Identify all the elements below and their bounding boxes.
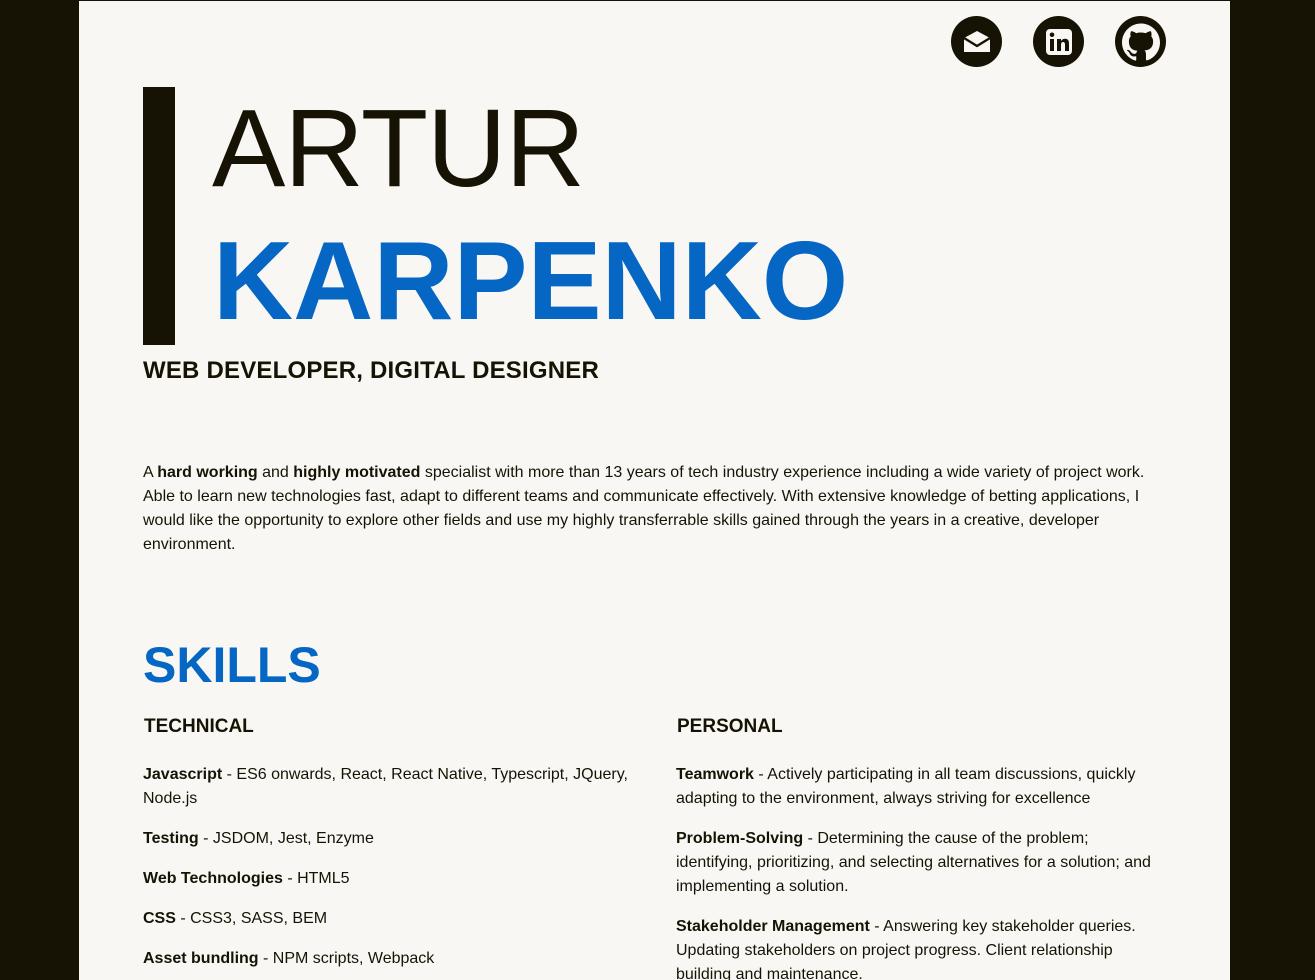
- skill-name: Testing: [143, 830, 199, 847]
- social-links: [951, 16, 1166, 67]
- summary-text-2: and: [257, 464, 294, 481]
- skill-item-stakeholder-management: Stakeholder Management - Answering key s…: [676, 915, 1166, 980]
- skill-name: Teamwork: [676, 766, 754, 783]
- linkedin-icon: [1045, 28, 1073, 56]
- skill-name: Web Technologies: [143, 870, 283, 887]
- skill-item-javascript: Javascript - ES6 onwards, React, React N…: [143, 763, 643, 811]
- summary-text-1: A: [143, 464, 158, 481]
- personal-skills-column: PERSONAL Teamwork - Actively participati…: [676, 715, 1166, 980]
- skill-desc: - CSS3, SASS, BEM: [175, 910, 328, 927]
- skill-item-web-technologies: Web Technologies - HTML5: [143, 867, 643, 891]
- first-name: ARTUR: [212, 87, 585, 210]
- name-accent-bar: [143, 87, 175, 345]
- summary-bold-hard-working: hard working: [157, 464, 258, 481]
- skill-name: Stakeholder Management: [676, 918, 870, 935]
- summary-paragraph: A hard working and highly motivated spec…: [143, 461, 1153, 557]
- skill-name: CSS: [143, 910, 176, 927]
- summary-bold-highly-motivated: highly motivated: [293, 464, 421, 481]
- skill-item-css: CSS - CSS3, SASS, BEM: [143, 907, 643, 931]
- envelope-icon: [962, 30, 992, 54]
- skill-item-problem-solving: Problem-Solving - Determining the cause …: [676, 827, 1166, 899]
- skill-item-teamwork: Teamwork - Actively participating in all…: [676, 763, 1166, 811]
- job-title: WEB DEVELOPER, DIGITAL DESIGNER: [143, 357, 600, 384]
- personal-heading: PERSONAL: [677, 716, 783, 737]
- skill-name: Asset bundling: [143, 950, 259, 967]
- resume-page: ARTUR KARPENKO WEB DEVELOPER, DIGITAL DE…: [79, 1, 1230, 980]
- github-link[interactable]: [1115, 16, 1166, 67]
- skill-item-testing: Testing - JSDOM, Jest, Enzyme: [143, 827, 643, 851]
- technical-skills-column: TECHNICAL Javascript - ES6 onwards, Reac…: [143, 715, 643, 980]
- skill-name: Javascript: [143, 766, 223, 783]
- github-icon: [1121, 22, 1160, 61]
- linkedin-link[interactable]: [1033, 16, 1084, 67]
- technical-heading: TECHNICAL: [144, 716, 254, 737]
- skill-desc: - JSDOM, Jest, Enzyme: [198, 830, 374, 847]
- skill-desc: - NPM scripts, Webpack: [258, 950, 435, 967]
- skill-name: Problem-Solving: [676, 830, 804, 847]
- last-name: KARPENKO: [213, 219, 849, 343]
- skill-item-asset-bundling: Asset bundling - NPM scripts, Webpack: [143, 947, 643, 971]
- skill-desc: - HTML5: [282, 870, 350, 887]
- email-link[interactable]: [951, 16, 1002, 67]
- skills-heading: SKILLS: [143, 637, 321, 693]
